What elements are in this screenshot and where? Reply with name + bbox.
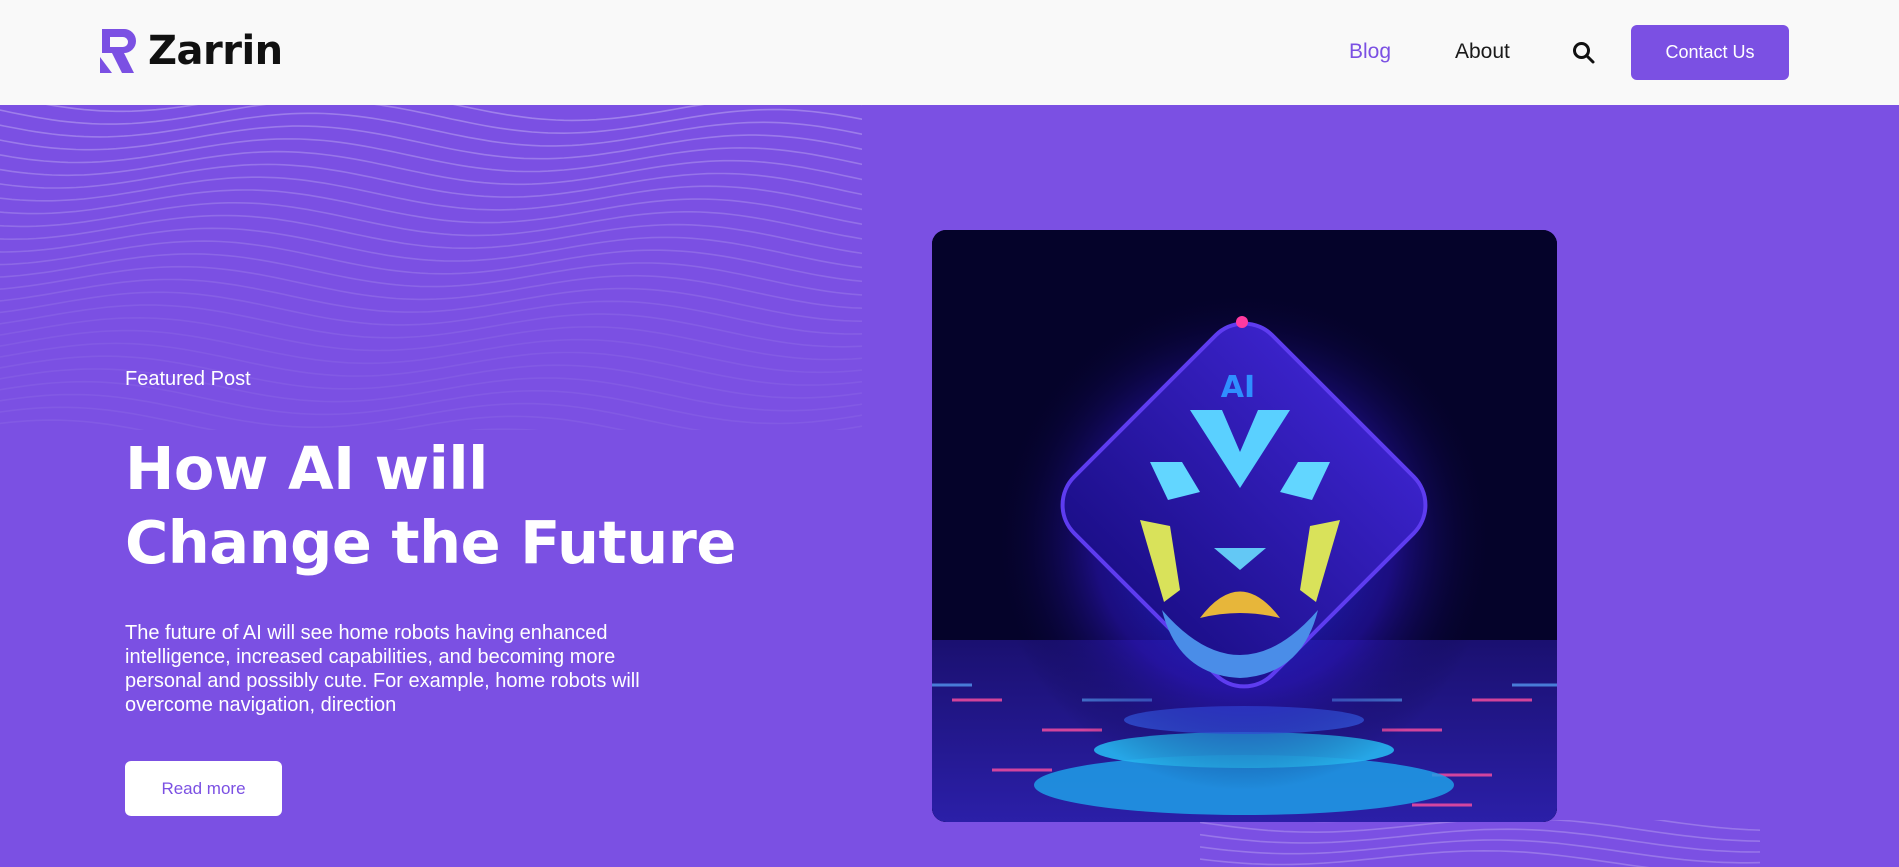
post-title: How AI will Change the Future bbox=[125, 432, 745, 580]
featured-post-image: AI bbox=[932, 230, 1557, 822]
search-icon bbox=[1573, 42, 1595, 64]
search-button[interactable] bbox=[1571, 40, 1597, 66]
ai-badge-text: AI bbox=[1221, 370, 1255, 405]
read-more-button[interactable]: Read more bbox=[125, 761, 282, 816]
brand-name: Zarrin bbox=[148, 28, 283, 74]
contact-us-button[interactable]: Contact Us bbox=[1631, 25, 1789, 80]
zarrin-logo-icon bbox=[100, 29, 136, 73]
brand-logo[interactable]: Zarrin bbox=[98, 27, 283, 75]
wave-pattern-decoration-bottom bbox=[1200, 820, 1760, 867]
post-title-line-1: How AI will bbox=[125, 434, 488, 503]
site-header: Zarrin Blog About Contact Us bbox=[0, 0, 1899, 105]
post-excerpt: The future of AI will see home robots ha… bbox=[125, 622, 640, 716]
featured-post-label: Featured Post bbox=[125, 368, 251, 390]
post-title-line-2: Change the Future bbox=[125, 508, 736, 577]
nav-link-blog[interactable]: Blog bbox=[1349, 40, 1391, 64]
nav-link-about[interactable]: About bbox=[1455, 40, 1510, 64]
